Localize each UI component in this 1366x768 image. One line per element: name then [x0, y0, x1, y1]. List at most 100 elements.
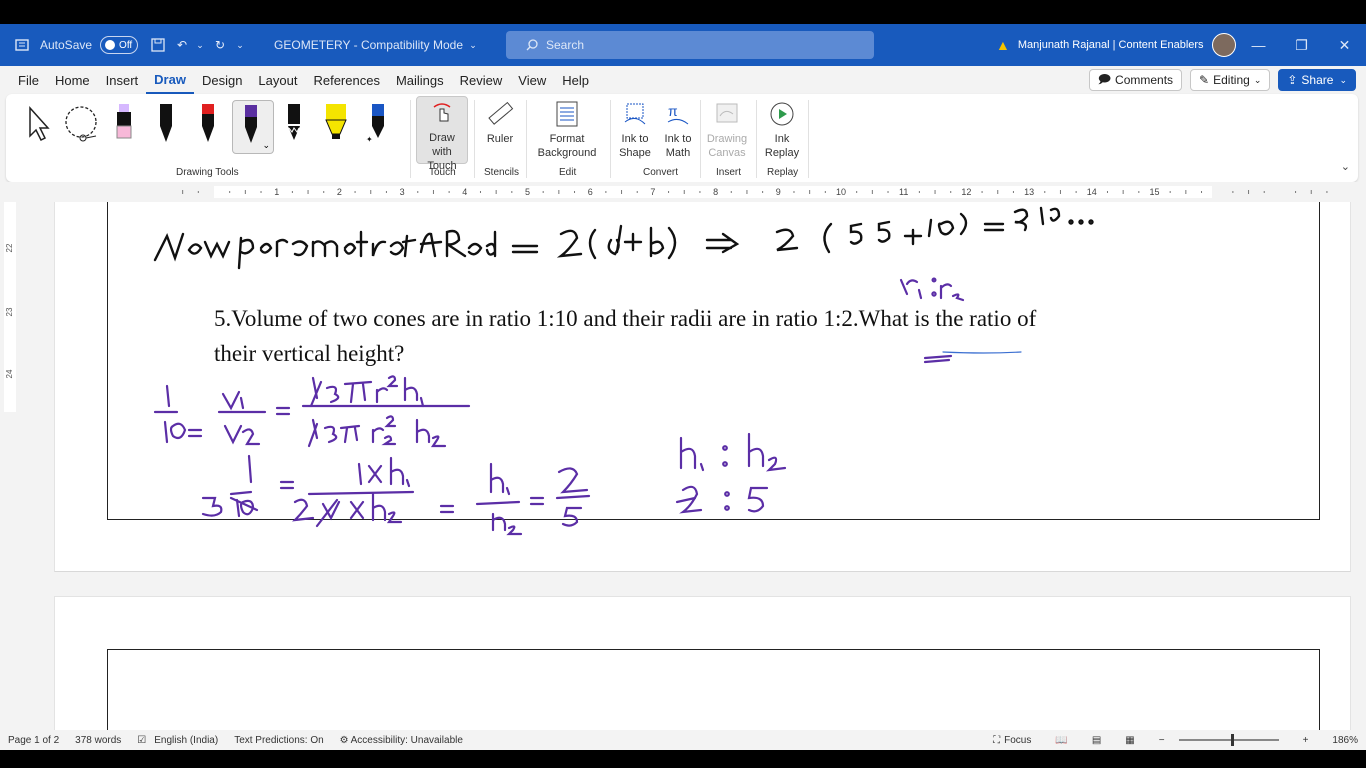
- ruler-number: 5: [525, 187, 530, 197]
- ruler-number: 6: [588, 187, 593, 197]
- page-count[interactable]: Page 1 of 2: [8, 735, 59, 746]
- zoom-level[interactable]: 186%: [1332, 735, 1358, 746]
- proofing-icon[interactable]: ☑: [137, 735, 146, 746]
- draw-ribbon: ⌄ ✦ Drawing Tools Draw with Touch Touch …: [6, 94, 1358, 182]
- ruler-number: 1: [274, 187, 279, 197]
- drawing-canvas-button: Drawing Canvas: [704, 100, 750, 160]
- status-right: ⛶ Focus 📖 ▤ ▦ − + 186%: [983, 730, 1358, 750]
- pen-black-wavy-icon[interactable]: [280, 102, 308, 146]
- editing-button[interactable]: ✎ Editing ⌄: [1190, 69, 1271, 91]
- drawing-canvas-label: Drawing Canvas: [706, 133, 748, 159]
- divider: [474, 100, 475, 178]
- pen-black-icon[interactable]: [152, 102, 180, 146]
- redo-icon[interactable]: ↻: [212, 37, 228, 53]
- save-icon[interactable]: [150, 37, 166, 53]
- ink-purple-solution: [153, 277, 1022, 536]
- stencils-label: Stencils: [484, 167, 520, 178]
- collapse-ribbon-icon[interactable]: ⌄: [1341, 160, 1350, 173]
- tab-home[interactable]: Home: [47, 66, 98, 94]
- tab-layout[interactable]: Layout: [250, 66, 305, 94]
- touch-label: Touch: [429, 167, 456, 178]
- tab-file[interactable]: File: [10, 66, 47, 94]
- pen-red-icon[interactable]: [194, 102, 222, 146]
- search-box[interactable]: Search: [506, 31, 874, 59]
- undo-dropdown-icon[interactable]: ⌄: [192, 37, 208, 53]
- lasso-icon: [65, 106, 97, 142]
- document-title[interactable]: GEOMETERY - Compatibility Mode: [274, 38, 463, 52]
- ruler-number: 15: [1149, 187, 1159, 197]
- undo-icon[interactable]: ↶: [174, 37, 190, 53]
- ink-to-math-button[interactable]: π Ink to Math: [658, 100, 698, 160]
- tab-review[interactable]: Review: [452, 66, 511, 94]
- word-app-icon: [14, 37, 30, 53]
- read-mode-icon[interactable]: 📖: [1055, 735, 1067, 746]
- chevron-down-icon[interactable]: ⌄: [465, 37, 481, 53]
- zoom-out-icon[interactable]: −: [1159, 735, 1165, 746]
- text-predictions[interactable]: Text Predictions: On: [234, 735, 323, 746]
- zoom-thumb[interactable]: [1230, 734, 1234, 746]
- customize-toolbar-icon[interactable]: ⌄: [232, 37, 248, 53]
- ruler-number: 3: [400, 187, 405, 197]
- select-tool-button[interactable]: [22, 104, 52, 144]
- vertical-ruler[interactable]: 22 23 24: [0, 202, 22, 722]
- ink-to-shape-icon: [624, 103, 646, 125]
- autosave-state: Off: [119, 39, 133, 51]
- touch-hand-icon: [433, 103, 451, 122]
- web-layout-icon[interactable]: ▦: [1125, 735, 1134, 746]
- tab-view[interactable]: View: [510, 66, 554, 94]
- toggle-knob-icon: [105, 40, 116, 50]
- tab-draw[interactable]: Draw: [146, 66, 194, 94]
- language[interactable]: English (India): [154, 735, 218, 746]
- format-background-button[interactable]: Format Background: [530, 100, 604, 160]
- divider: [410, 100, 411, 178]
- ruler-icon: [488, 101, 514, 125]
- pen-purple-selected[interactable]: ⌄: [232, 100, 274, 154]
- tab-mailings[interactable]: Mailings: [388, 66, 452, 94]
- document-page-1[interactable]: 5.Volume of two cones are in ratio 1:10 …: [54, 202, 1351, 572]
- tab-insert[interactable]: Insert: [98, 66, 147, 94]
- chevron-down-icon: ⌄: [1339, 74, 1347, 85]
- ruler-label: Ruler: [486, 133, 514, 145]
- minimize-icon[interactable]: —: [1237, 37, 1280, 53]
- print-layout-icon[interactable]: ▤: [1092, 735, 1101, 746]
- zoom-slider[interactable]: [1178, 734, 1279, 746]
- ink-to-math-label: Ink to Math: [664, 133, 692, 159]
- highlighter-yellow-icon[interactable]: [322, 102, 350, 146]
- edit-label: Edit: [559, 167, 577, 178]
- restore-icon[interactable]: ❐: [1280, 37, 1323, 54]
- ribbon-tabs: File Home Insert Draw Design Layout Refe…: [0, 66, 1366, 94]
- drawing-tools-label: Drawing Tools: [176, 167, 239, 178]
- pen-pink-highlighter-icon[interactable]: [110, 102, 138, 146]
- pen-galaxy-blue-icon[interactable]: ✦: [364, 102, 392, 146]
- tab-help[interactable]: Help: [554, 66, 597, 94]
- document-page-2[interactable]: [54, 596, 1351, 739]
- ink-to-shape-button[interactable]: Ink to Shape: [616, 100, 654, 160]
- word-count[interactable]: 378 words: [75, 735, 121, 746]
- svg-text:✦: ✦: [366, 135, 373, 144]
- comments-button[interactable]: 🗩 Comments: [1088, 69, 1183, 91]
- warning-icon[interactable]: ▲: [996, 37, 1010, 53]
- accessibility-status[interactable]: Accessibility: Unavailable: [351, 735, 463, 746]
- accessibility-icon: ⚙: [339, 734, 349, 746]
- tab-references[interactable]: References: [305, 66, 387, 94]
- divider: [610, 100, 611, 178]
- focus-label[interactable]: Focus: [1004, 735, 1031, 746]
- search-icon: [524, 37, 540, 53]
- autosave-toggle[interactable]: Off: [100, 36, 139, 54]
- ruler-number: 14: [1087, 187, 1097, 197]
- horizontal-ruler[interactable]: 1 2 3 4 5 6 7 8 9 10 11 12 13 14 15: [0, 182, 1366, 202]
- user-name[interactable]: Manjunath Rajanal | Content Enablers: [1018, 39, 1204, 51]
- avatar[interactable]: [1211, 33, 1236, 57]
- lasso-select-button[interactable]: [62, 104, 102, 144]
- draw-with-touch-button[interactable]: Draw with Touch: [416, 96, 468, 172]
- focus-icon[interactable]: ⛶: [993, 735, 1000, 746]
- zoom-in-icon[interactable]: +: [1303, 735, 1309, 746]
- search-placeholder: Search: [546, 38, 585, 52]
- ruler-button[interactable]: Ruler: [478, 100, 522, 146]
- chevron-down-icon[interactable]: ⌄: [262, 140, 270, 151]
- tab-design[interactable]: Design: [194, 66, 250, 94]
- ink-replay-button[interactable]: Ink Replay: [760, 100, 804, 160]
- close-icon[interactable]: ✕: [1323, 37, 1366, 54]
- share-button[interactable]: ⇪ Share ⌄: [1278, 69, 1356, 91]
- status-bar: Page 1 of 2 378 words ☑ English (India) …: [0, 730, 1366, 750]
